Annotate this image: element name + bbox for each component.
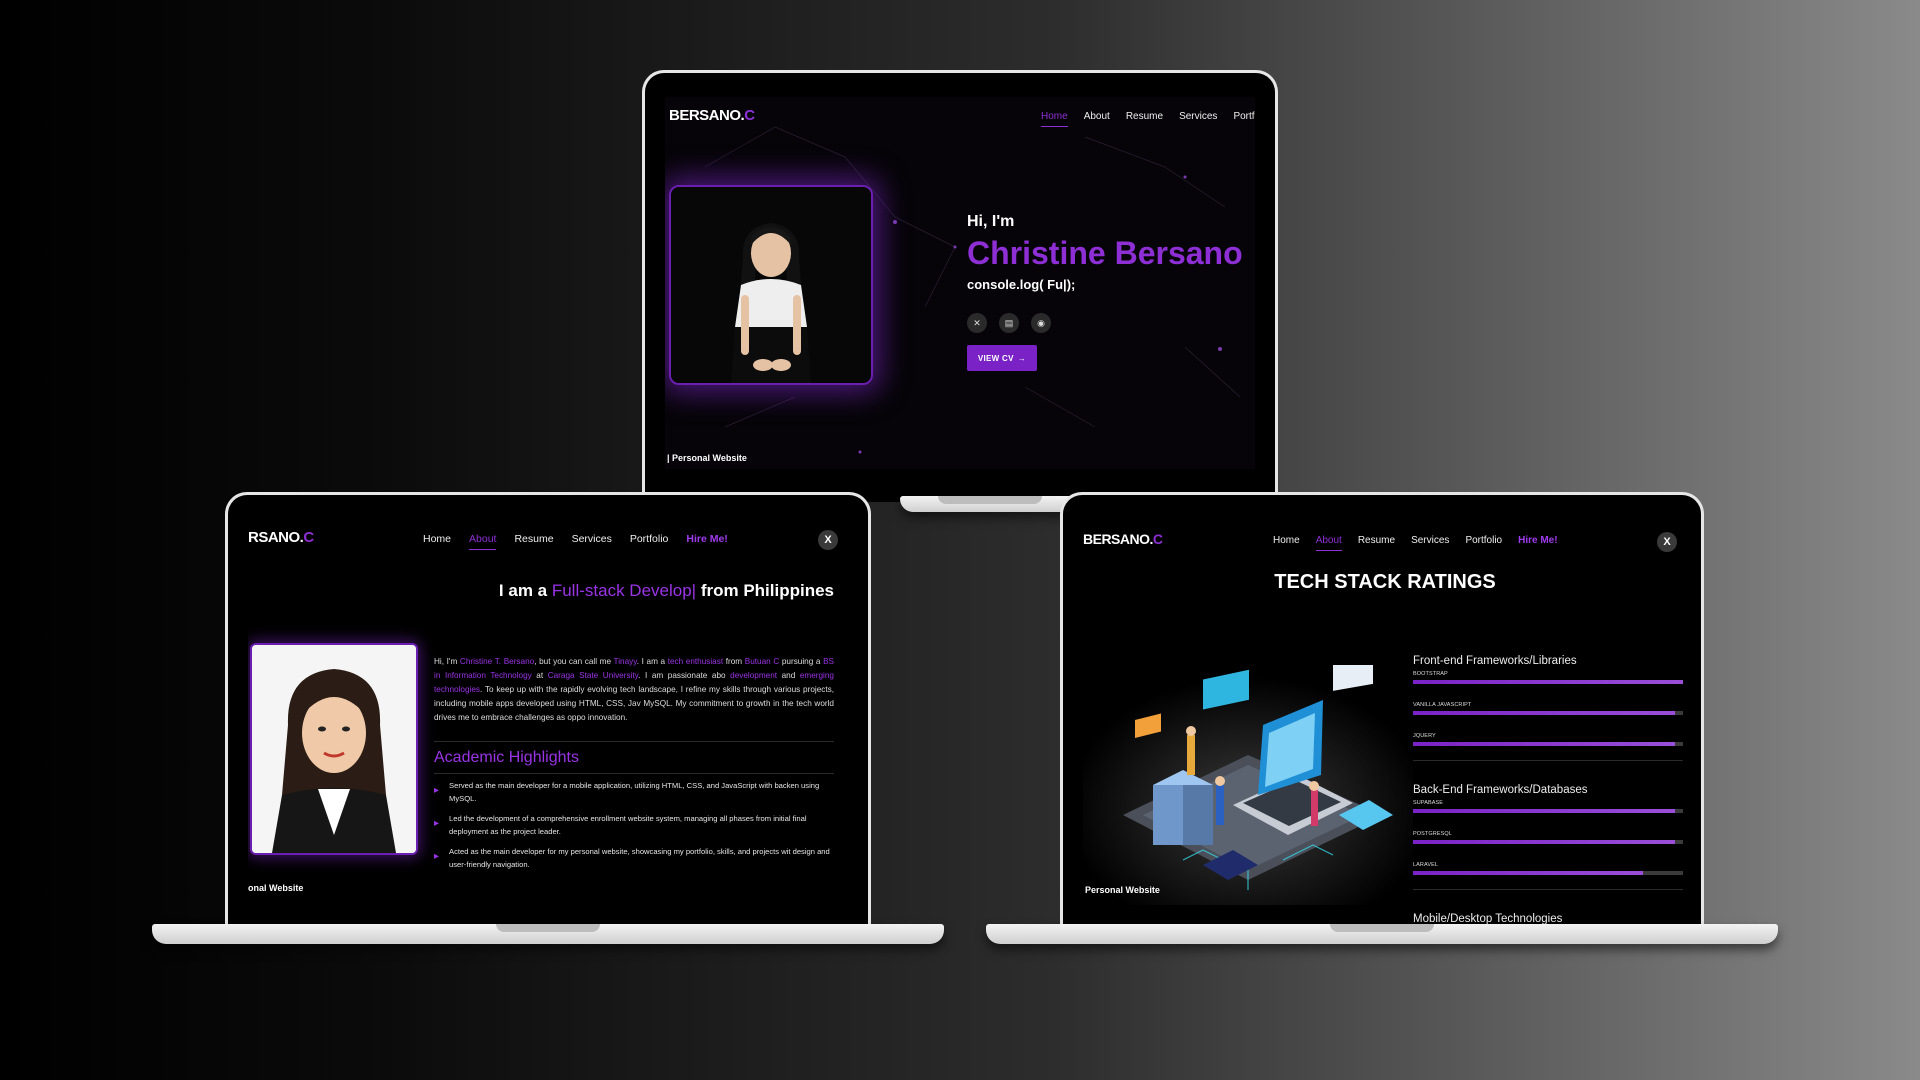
home-footer-label: | Personal Website (667, 453, 747, 463)
linkedin-icon[interactable]: ▤ (999, 313, 1019, 333)
headline-post: from Philippines (696, 581, 834, 600)
nav-home[interactable]: Home (1273, 535, 1300, 546)
nav-about[interactable]: About (469, 533, 497, 550)
nav-hire-me[interactable]: Hire Me! (686, 533, 727, 545)
tech-bar-label: BOOTSTRAP (1413, 671, 1448, 677)
tech-bar-label: JQUERY (1413, 733, 1436, 739)
tech-bar-track (1413, 680, 1683, 684)
brand-accent: C (744, 107, 755, 124)
about-bio: Hi, I'm Christine T. Bersano, but you ca… (434, 657, 835, 722)
tech-bar-label: VANILLA JAVASCRIPT (1413, 702, 1472, 708)
tech-group-title: Back-End Frameworks/Databases (1413, 784, 1588, 796)
nav-services[interactable]: Services (1411, 535, 1449, 546)
tech-brand-logo[interactable]: BERSANO.C (1083, 531, 1163, 547)
close-icon[interactable]: X (1657, 532, 1677, 552)
about-nav: Home About Resume Services Portfolio Hir… (423, 533, 728, 550)
headline-role: Full-stack Develop| (551, 581, 697, 600)
tech-nav: Home About Resume Services Portfolio Hir… (1273, 535, 1558, 551)
tech-bar-track (1413, 809, 1683, 813)
profile-photo (671, 187, 871, 383)
headline-pre: I am a (498, 581, 552, 600)
nav-about[interactable]: About (1315, 535, 1342, 551)
tech-bar-track (1413, 711, 1683, 715)
brand-text: BERSANO. (669, 107, 745, 124)
about-headline: I am a Full-stack Develop| from Philippi… (499, 581, 834, 601)
typing-text: console.log( Fu|); (967, 277, 1076, 292)
laptop-tech-base (986, 924, 1778, 944)
tech-group-divider (1413, 889, 1683, 890)
about-footer-label: onal Website (248, 883, 304, 893)
brand-accent: C (303, 529, 314, 546)
greeting-text: Hi, I'm (967, 213, 1015, 230)
laptop-about-base (152, 924, 944, 944)
home-screen: BERSANO.C Home About Resume Services Por… (665, 97, 1255, 469)
about-divider (434, 741, 834, 742)
x-icon[interactable]: ✕ (967, 313, 987, 333)
tech-bar-fill (1413, 840, 1675, 844)
laptop-about-notch (496, 924, 600, 932)
tech-bar-fill (1413, 871, 1643, 875)
nav-services[interactable]: Services (572, 533, 612, 545)
about-brand-logo[interactable]: RSANO.C (248, 529, 314, 546)
close-icon[interactable]: X (818, 530, 838, 550)
tech-bar-label: POSTGRESQL (1413, 831, 1452, 837)
profile-photo-frame (669, 185, 873, 385)
home-brand-logo[interactable]: BERSANO.C (669, 107, 755, 124)
tech-bar-fill (1413, 809, 1675, 813)
home-nav: Home About Resume Services Portfo (1041, 111, 1255, 127)
nav-resume[interactable]: Resume (1358, 535, 1395, 546)
nav-about[interactable]: About (1084, 111, 1110, 122)
laptop-tech-bezel: BERSANO.C Home About Resume Services Por… (1060, 492, 1704, 924)
triangle-right-icon: ▸ (434, 851, 440, 862)
laptop-tech-notch (1330, 924, 1434, 932)
view-cv-button[interactable]: VIEW CV → (967, 345, 1037, 371)
tech-bar-label: LARAVEL (1413, 862, 1439, 868)
tech-group-divider (1413, 760, 1683, 761)
nav-hire-me[interactable]: Hire Me! (1518, 535, 1557, 546)
nav-portfolio[interactable]: Portfo (1233, 111, 1255, 122)
highlight-item: ▸ Led the development of a comprehensive … (434, 814, 807, 836)
laptop-home-base (900, 496, 1080, 512)
academic-highlights-title: Academic Highlights (434, 749, 579, 766)
laptop-home-bezel: BERSANO.C Home About Resume Services Por… (642, 70, 1278, 502)
nav-resume[interactable]: Resume (1126, 111, 1163, 122)
nav-resume[interactable]: Resume (514, 533, 553, 545)
tech-title: TECH STACK RATINGS (1274, 571, 1496, 593)
triangle-right-icon: ▸ (434, 785, 440, 796)
tech-bar-fill (1413, 680, 1683, 684)
nav-home[interactable]: Home (423, 533, 451, 545)
about-photo (252, 645, 416, 853)
nav-portfolio[interactable]: Portfolio (1465, 535, 1502, 546)
brand-text-cut: RSANO. (248, 529, 304, 546)
nav-portfolio[interactable]: Portfolio (630, 533, 669, 545)
brand-accent: C (1152, 531, 1163, 547)
nav-services[interactable]: Services (1179, 111, 1217, 122)
tech-bar-track (1413, 742, 1683, 746)
laptop-home-notch (938, 496, 1042, 504)
tech-bar-track (1413, 871, 1683, 875)
laptop-about-bezel: RSANO.C Home About Resume Services Portf… (225, 492, 871, 924)
nav-home[interactable]: Home (1041, 111, 1068, 127)
brand-text-cut: BERSANO. (1083, 531, 1153, 547)
highlight-item: ▸ Acted as the main developer for my pers… (434, 847, 830, 869)
tech-group-title: Mobile/Desktop Technologies (1413, 913, 1563, 924)
highlight-item: ▸ Served as the main developer for a mobi… (434, 781, 820, 803)
tech-bar-track (1413, 840, 1683, 844)
about-divider-2 (434, 773, 834, 774)
tech-screen: BERSANO.C Home About Resume Services Por… (1083, 515, 1687, 924)
tech-bar-fill (1413, 711, 1675, 715)
triangle-right-icon: ▸ (434, 818, 440, 829)
about-screen: RSANO.C Home About Resume Services Portf… (248, 515, 854, 924)
arrow-right-icon: → (1017, 353, 1027, 363)
tech-bar-label: SUPABASE (1413, 800, 1444, 806)
tech-group-title: Front-end Frameworks/Libraries (1413, 655, 1577, 667)
tech-bar-fill (1413, 742, 1675, 746)
tech-illustration (1083, 665, 1413, 905)
tech-footer-label: Personal Website (1085, 885, 1160, 895)
about-photo-frame (250, 643, 418, 855)
github-icon[interactable]: ◉ (1031, 313, 1051, 333)
view-cv-label: VIEW CV (977, 353, 1014, 363)
hero-name: Christine Bersano (967, 235, 1243, 271)
